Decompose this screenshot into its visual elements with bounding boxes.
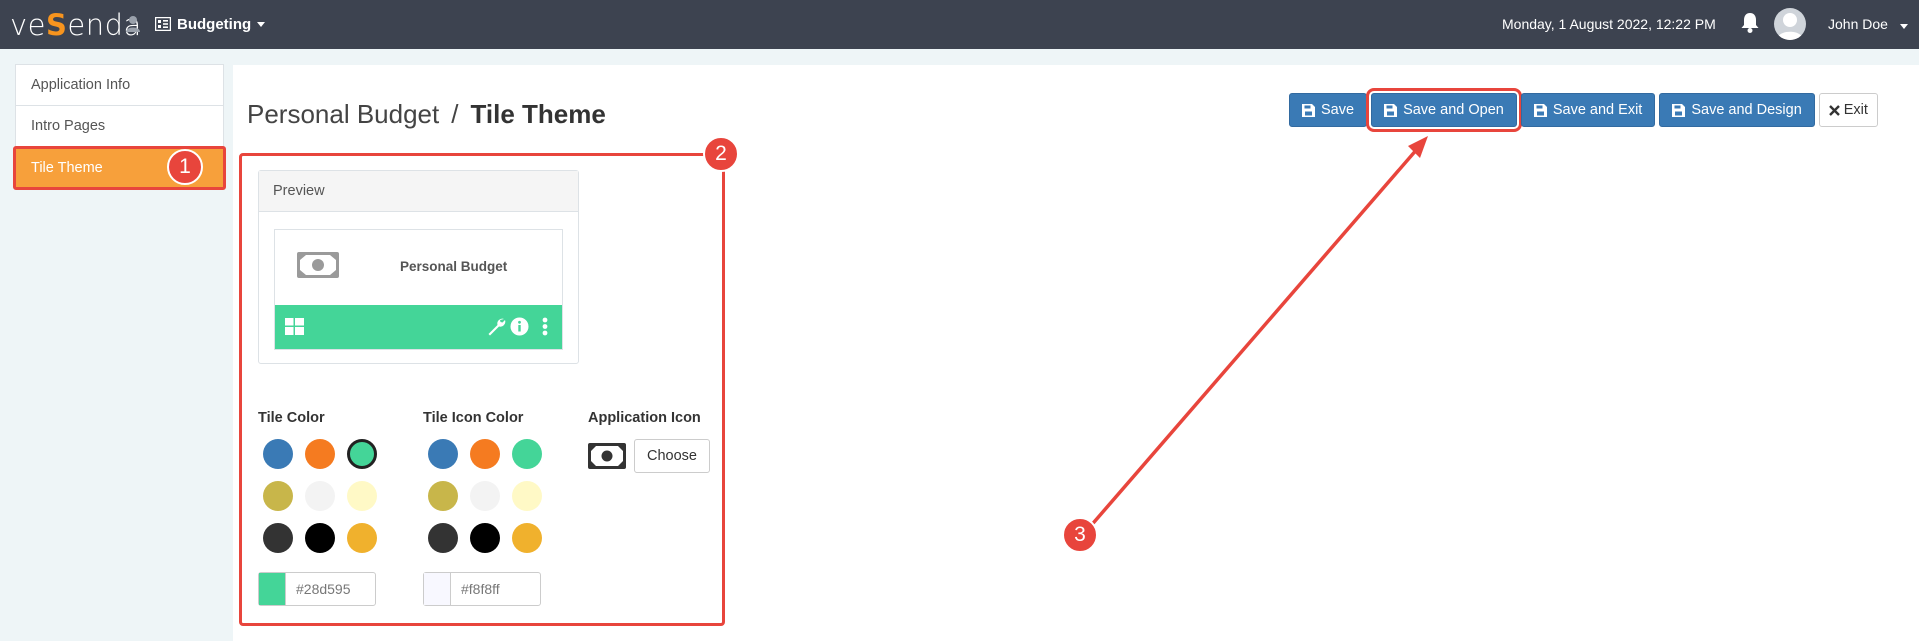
- annotation-badge-2: 2: [703, 136, 739, 172]
- annotation-badge-1: 1: [167, 149, 203, 185]
- annotation-badge-3: 3: [1062, 517, 1098, 553]
- annotation-arrow-line: [1080, 146, 1420, 538]
- annotation-arrow-overlay: [1080, 136, 1428, 538]
